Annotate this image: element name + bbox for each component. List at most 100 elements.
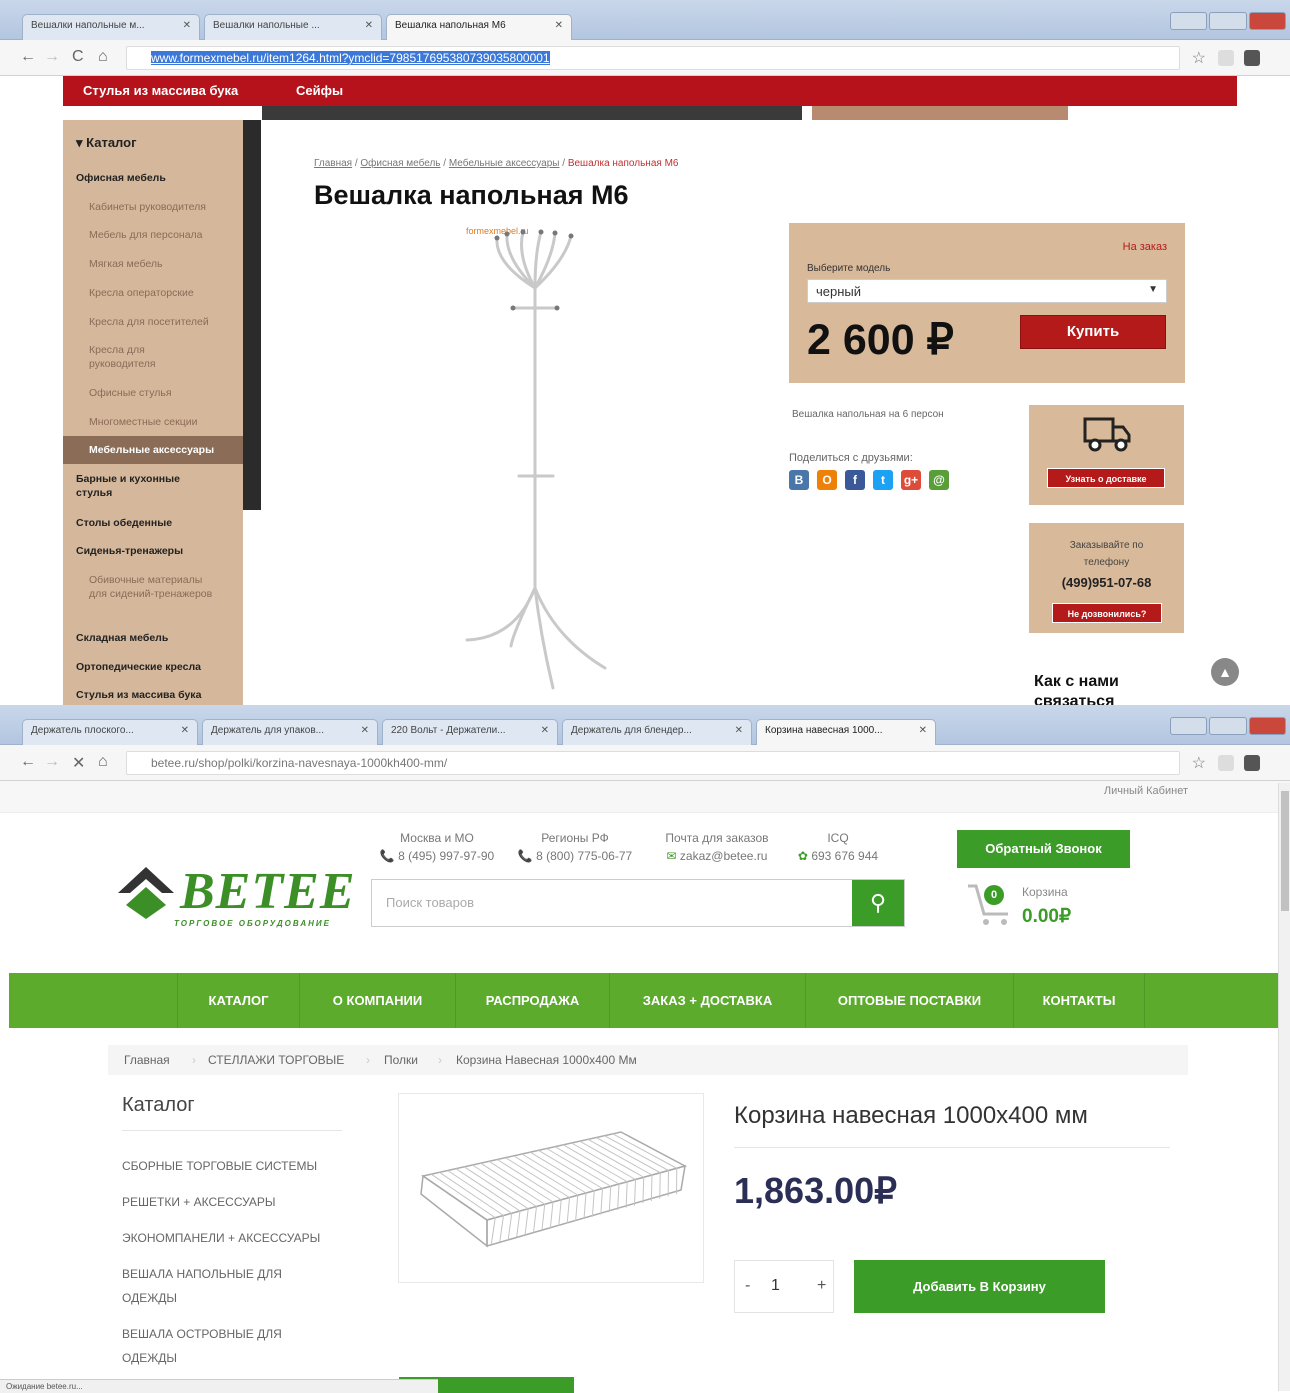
social-share-icon[interactable]: О: [817, 470, 837, 490]
extension-icon[interactable]: [1218, 755, 1234, 771]
extension-icon[interactable]: [1218, 50, 1234, 66]
nav-item-wholesale[interactable]: ОПТОВЫЕ ПОСТАВКИ: [805, 973, 1013, 1028]
model-select[interactable]: черный ▼: [807, 279, 1167, 303]
social-share-icon[interactable]: t: [873, 470, 893, 490]
sidebar-item[interactable]: Стулья из массива бука: [63, 688, 243, 702]
browser-tab[interactable]: Вешалки напольные м... ✕: [22, 14, 200, 40]
scroll-top-icon[interactable]: ▲: [1211, 658, 1239, 686]
logo-icon[interactable]: [116, 865, 176, 921]
callback-button[interactable]: Не дозвонились?: [1052, 603, 1162, 623]
nav-item-contacts[interactable]: КОНТАКТЫ: [1013, 973, 1145, 1028]
logo-text[interactable]: BETEE: [180, 862, 356, 921]
sidebar-item[interactable]: Столы обеденные: [63, 516, 243, 530]
sidebar-subitem[interactable]: Кабинеты руководителя: [63, 200, 243, 214]
sidebar-subitem[interactable]: Мебель для персонала: [63, 228, 243, 242]
breadcrumb-link[interactable]: Главная: [124, 1053, 170, 1067]
browser-tab-active[interactable]: Вешалка напольная М6 ✕: [386, 14, 572, 40]
sidebar-subitem[interactable]: Многоместные секции: [63, 415, 243, 429]
reload-icon[interactable]: C: [72, 48, 84, 66]
home-icon[interactable]: ⌂: [98, 753, 108, 771]
browser-tab[interactable]: Держатель для блендер... ✕: [562, 719, 752, 745]
top-menu-item[interactable]: Сейфы: [296, 83, 343, 98]
minimize-button[interactable]: [1170, 717, 1208, 735]
buy-button[interactable]: Купить: [1020, 315, 1166, 349]
url-field[interactable]: betee.ru/shop/polki/korzina-navesnaya-10…: [126, 751, 1180, 775]
delivery-button[interactable]: Узнать о доставке: [1047, 468, 1165, 488]
sidebar-subitem[interactable]: Кресла для руководителя: [63, 343, 193, 371]
nav-item-delivery[interactable]: ЗАКАЗ + ДОСТАВКА: [609, 973, 805, 1028]
social-share-icon[interactable]: @: [929, 470, 949, 490]
breadcrumb-link[interactable]: СТЕЛЛАЖИ ТОРГОВЫЕ: [208, 1053, 344, 1067]
social-share-icon[interactable]: В: [789, 470, 809, 490]
maximize-button[interactable]: [1209, 12, 1247, 30]
search-input[interactable]: Поиск товаров: [386, 895, 474, 910]
close-tab-icon[interactable]: ✕: [361, 725, 369, 736]
coat-rack-image[interactable]: [455, 228, 635, 698]
catalog-item[interactable]: ЭКОНОМПАНЕЛИ + АКСЕССУАРЫ: [122, 1226, 322, 1250]
account-link[interactable]: Личный Кабинет: [1104, 785, 1188, 797]
sidebar-item[interactable]: Барные и кухонные стулья: [63, 472, 203, 500]
close-window-button[interactable]: [1248, 717, 1286, 735]
close-tab-icon[interactable]: ✕: [365, 20, 373, 31]
sidebar-subitem[interactable]: Кресла операторские: [63, 286, 243, 300]
sidebar-item[interactable]: Офисная мебель: [63, 171, 243, 185]
nav-item-catalog[interactable]: КАТАЛОГ: [177, 973, 299, 1028]
nav-item-sale[interactable]: РАСПРОДАЖА: [455, 973, 609, 1028]
add-to-cart-button[interactable]: Добавить В Корзину: [854, 1260, 1105, 1313]
sidebar-item[interactable]: Ортопедические кресла: [63, 660, 243, 674]
social-share-icon[interactable]: f: [845, 470, 865, 490]
close-tab-icon[interactable]: ✕: [919, 725, 927, 736]
close-tab-icon[interactable]: ✕: [181, 725, 189, 736]
top-menu-item[interactable]: Стулья из массива бука: [83, 83, 238, 98]
minimize-button[interactable]: [1170, 12, 1208, 30]
bookmark-star-icon[interactable]: ☆: [1192, 753, 1206, 773]
breadcrumb-link[interactable]: Офисная мебель: [360, 158, 440, 169]
catalog-item[interactable]: ВЕШАЛА НАПОЛЬНЫЕ ДЛЯ ОДЕЖДЫ: [122, 1262, 312, 1310]
sidebar-subitem[interactable]: Мягкая мебель: [63, 257, 243, 271]
catalog-item[interactable]: СБОРНЫЕ ТОРГОВЫЕ СИСТЕМЫ: [122, 1154, 322, 1178]
bookmark-star-icon[interactable]: ☆: [1192, 48, 1206, 68]
browser-tab[interactable]: Держатель плоского... ✕: [22, 719, 198, 745]
browser-tab[interactable]: Держатель для упаков... ✕: [202, 719, 378, 745]
callback-button[interactable]: Обратный Звонок: [957, 830, 1130, 868]
back-arrow-icon[interactable]: ←: [20, 48, 36, 66]
qty-input[interactable]: 1: [771, 1277, 780, 1295]
breadcrumb-link[interactable]: Мебельные аксессуары: [449, 158, 560, 169]
sidebar-subitem[interactable]: Обивочные материалы для сидений-тренажер…: [63, 573, 223, 601]
browser-tab[interactable]: Вешалки напольные ... ✕: [204, 14, 382, 40]
close-window-button[interactable]: [1248, 12, 1286, 30]
page-scrollbar[interactable]: [1278, 783, 1290, 1391]
stop-icon[interactable]: ✕: [72, 753, 85, 773]
social-share-icon[interactable]: g+: [901, 470, 921, 490]
cart-label[interactable]: Корзина: [1022, 885, 1068, 899]
search-icon[interactable]: ⚲: [852, 880, 904, 926]
extension-icon[interactable]: [1244, 50, 1260, 66]
breadcrumb-link[interactable]: Главная: [314, 158, 352, 169]
breadcrumb-link[interactable]: Полки: [384, 1053, 418, 1067]
forward-arrow-icon[interactable]: →: [44, 753, 60, 771]
sidebar-item[interactable]: Сиденья-тренажеры: [63, 544, 243, 558]
url-field[interactable]: www.formexmebel.ru/item1264.html?ymclid=…: [126, 46, 1180, 70]
close-tab-icon[interactable]: ✕: [541, 725, 549, 736]
sidebar-item[interactable]: Складная мебель: [63, 631, 243, 645]
close-tab-icon[interactable]: ✕: [183, 20, 191, 31]
sidebar-item-active[interactable]: Мебельные аксессуары: [63, 436, 243, 464]
catalog-item[interactable]: РЕШЕТКИ + АКСЕССУАРЫ: [122, 1190, 322, 1214]
home-icon[interactable]: ⌂: [98, 48, 108, 66]
sidebar-subitem[interactable]: Кресла для посетителей: [63, 315, 243, 329]
qty-plus-button[interactable]: +: [817, 1277, 826, 1295]
extension-icon[interactable]: [1244, 755, 1260, 771]
close-tab-icon[interactable]: ✕: [555, 20, 563, 31]
close-tab-icon[interactable]: ✕: [735, 725, 743, 736]
catalog-item[interactable]: ВЕШАЛА ОСТРОВНЫЕ ДЛЯ ОДЕЖДЫ: [122, 1322, 312, 1370]
browser-tab-active[interactable]: Корзина навесная 1000... ✕: [756, 719, 936, 745]
maximize-button[interactable]: [1209, 717, 1247, 735]
browser-tab[interactable]: 220 Вольт - Держатели... ✕: [382, 719, 558, 745]
qty-minus-button[interactable]: -: [745, 1277, 750, 1295]
forward-arrow-icon[interactable]: →: [44, 48, 60, 66]
scrollbar-thumb[interactable]: [1281, 791, 1289, 911]
contact-value[interactable]: zakaz@betee.ru: [680, 849, 768, 863]
product-image-frame[interactable]: [398, 1093, 704, 1283]
nav-item-about[interactable]: О КОМПАНИИ: [299, 973, 455, 1028]
back-arrow-icon[interactable]: ←: [20, 753, 36, 771]
